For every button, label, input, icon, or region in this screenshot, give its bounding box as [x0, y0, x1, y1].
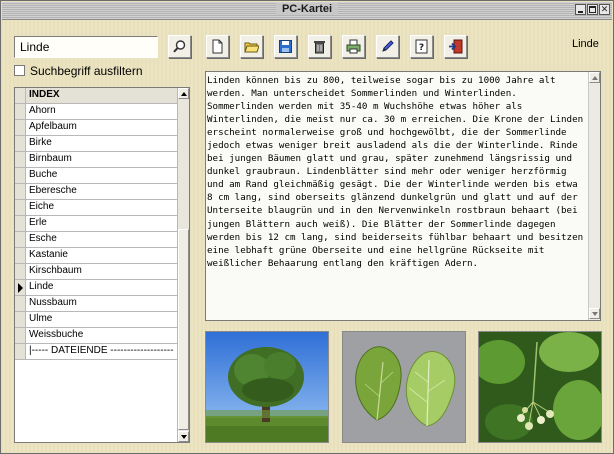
print-button[interactable]: [342, 35, 365, 58]
list-item[interactable]: Birke: [15, 136, 177, 152]
list-item[interactable]: Nussbaum: [15, 296, 177, 312]
exit-door-icon: [449, 39, 463, 54]
index-scrollbar[interactable]: [177, 88, 189, 442]
list-item[interactable]: Buche: [15, 168, 177, 184]
current-word-label: Linde: [572, 38, 599, 50]
window-title: PC-Kartei: [275, 3, 339, 15]
list-item[interactable]: Ahorn: [15, 104, 177, 120]
linden-blossom-photo[interactable]: [478, 331, 602, 443]
list-item[interactable]: Apfelbaum: [15, 120, 177, 136]
list-item-end-marker[interactable]: |----- DATEIENDE -------------------: [15, 344, 177, 360]
list-item[interactable]: Eberesche: [15, 184, 177, 200]
pen-icon: [382, 40, 394, 52]
list-item[interactable]: Erle: [15, 216, 177, 232]
close-icon[interactable]: ✕: [599, 4, 610, 15]
text-scroll-down-button[interactable]: [589, 308, 600, 319]
new-document-icon: [212, 39, 223, 54]
help-icon: ?: [415, 39, 428, 54]
help-button[interactable]: ?: [410, 35, 433, 58]
printer-icon: [346, 39, 361, 54]
new-button[interactable]: [206, 35, 229, 58]
list-item[interactable]: Eiche: [15, 200, 177, 216]
text-scroll-up-button[interactable]: [589, 72, 600, 83]
scrollbar-thumb[interactable]: [178, 229, 189, 430]
save-disk-icon: [279, 40, 292, 53]
list-item[interactable]: Birnbaum: [15, 152, 177, 168]
save-button[interactable]: [274, 35, 297, 58]
open-button[interactable]: [240, 35, 263, 58]
filter-checkbox[interactable]: [14, 65, 25, 76]
title-bar[interactable]: PC-Kartei ✕: [2, 2, 612, 20]
list-item[interactable]: Kastanie: [15, 248, 177, 264]
linden-leaves-photo[interactable]: [342, 331, 466, 443]
list-item[interactable]: Kirschbaum: [15, 264, 177, 280]
text-scrollbar[interactable]: [588, 72, 600, 320]
svg-text:?: ?: [419, 43, 424, 53]
list-item-selected[interactable]: Linde: [15, 280, 177, 296]
index-header: INDEX: [15, 88, 177, 104]
list-item[interactable]: Ulme: [15, 312, 177, 328]
recycle-bin-icon: [314, 41, 325, 54]
index-list[interactable]: INDEX Ahorn Apfelbaum Birke Birnbaum Buc…: [14, 87, 190, 443]
article-textbox[interactable]: Linden können bis zu 800, teilweise soga…: [205, 71, 601, 321]
list-item[interactable]: Esche: [15, 232, 177, 248]
edit-button[interactable]: [376, 35, 399, 58]
list-item[interactable]: Weissbuche: [15, 328, 177, 344]
open-folder-icon: [244, 42, 259, 53]
exit-button[interactable]: [444, 35, 467, 58]
filter-checkbox-label[interactable]: Suchbegriff ausfiltern: [30, 64, 143, 78]
linden-tree-photo[interactable]: [205, 331, 329, 443]
maximize-icon[interactable]: [587, 4, 598, 15]
article-text: Linden können bis zu 800, teilweise soga…: [207, 75, 589, 269]
magnifier-icon: [173, 40, 186, 53]
search-input[interactable]: [14, 36, 158, 58]
scroll-down-button[interactable]: [178, 431, 189, 442]
scroll-up-button[interactable]: [178, 88, 189, 99]
app-window: PC-Kartei ✕ ? Linde Suchbegriff ausfilte…: [0, 0, 614, 454]
current-row-arrow-icon: [18, 283, 23, 293]
minimize-icon[interactable]: [575, 4, 586, 15]
search-button[interactable]: [168, 35, 191, 58]
delete-button[interactable]: [308, 35, 331, 58]
